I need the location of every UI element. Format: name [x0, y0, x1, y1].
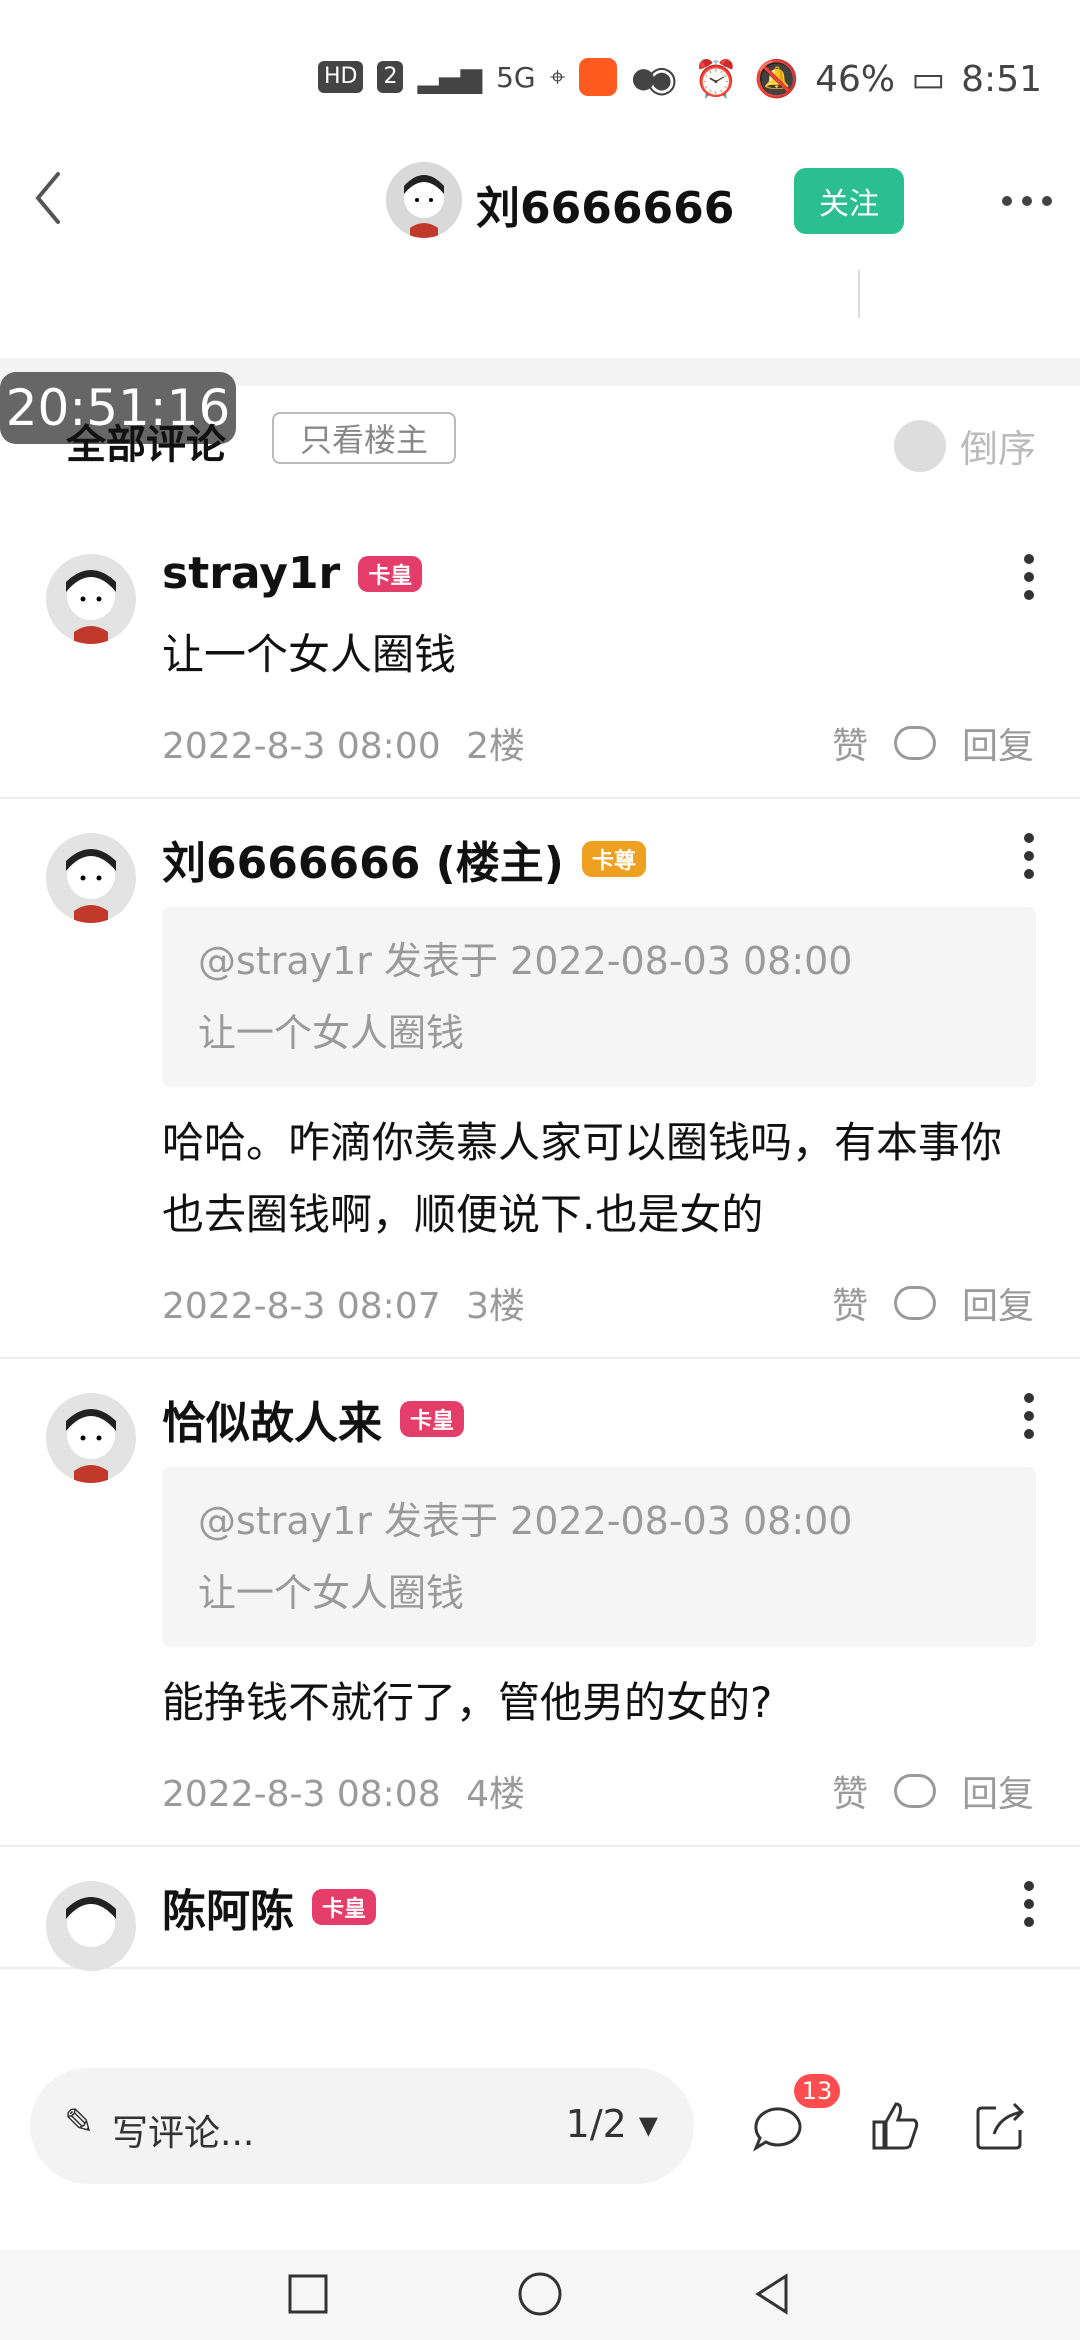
- quoted-comment[interactable]: @stray1r 发表于 2022-08-03 08:00 让一个女人圈钱: [162, 907, 1036, 1087]
- comment-body: 哈哈。咋滴你羡慕人家可以圈钱吗，有本事你也去圈钱啊，顺便说下.也是女的: [162, 1118, 1003, 1239]
- sort-icon: [893, 419, 946, 472]
- alarm-icon: ⏰: [693, 59, 739, 100]
- chevron-down-icon: ▾: [638, 2102, 658, 2146]
- sort-order-label: 倒序: [959, 427, 1036, 471]
- recents-icon[interactable]: [284, 2270, 332, 2318]
- comment-body: 能挣钱不就行了，管他男的女的?: [162, 1678, 773, 1727]
- comment-body: 让一个女人圈钱: [162, 630, 457, 679]
- level-badge: 卡皇: [358, 555, 423, 592]
- quote-header: @stray1r 发表于 2022-08-03 08:00: [198, 1499, 853, 1543]
- status-right: ◉ ⏰ 🔕 46% ▭ 8:51: [646, 58, 1042, 101]
- comment-floor: 3楼: [466, 1286, 525, 1327]
- avatar[interactable]: [46, 554, 136, 644]
- page-indicator: 1/2: [565, 2102, 627, 2146]
- comment-date: 2022-8-3 08:08: [162, 1774, 441, 1815]
- comment-more-icon[interactable]: [1024, 1393, 1034, 1439]
- comment-meta: 2022-8-3 08:00 2楼 赞 回复: [162, 717, 1034, 769]
- comment-input-placeholder: 写评论...: [112, 2113, 255, 2154]
- reply-icon[interactable]: [893, 726, 936, 760]
- level-badge: 卡皇: [400, 1401, 465, 1437]
- signal-icon: ▂▄▆: [417, 60, 483, 94]
- comment-filter-bar: 全部评论 只看楼主 倒序: [0, 412, 1080, 492]
- all-comments-label: 全部评论: [66, 422, 226, 468]
- comment-item: stray1r 卡皇 让一个女人圈钱 2022-8-3 08:00 2楼 赞 回…: [0, 520, 1080, 799]
- bottom-action-bar: ✎ 写评论... 1/2 ▾ 13: [0, 2040, 1080, 2250]
- username[interactable]: stray1r: [162, 548, 340, 599]
- page-selector[interactable]: 1/2 ▾: [566, 2102, 658, 2146]
- system-nav-bar: [0, 2250, 1080, 2340]
- top-nav: 刘6666666 关注: [0, 150, 1080, 280]
- like-thumb-icon[interactable]: [864, 2096, 924, 2156]
- reply-button[interactable]: 回复: [962, 1765, 1034, 1817]
- sort-order-button[interactable]: 倒序: [893, 418, 1036, 473]
- quote-body: 让一个女人圈钱: [198, 1011, 465, 1055]
- location-icon: ⌖: [549, 60, 566, 93]
- comments-icon[interactable]: [748, 2096, 808, 2156]
- poster-name[interactable]: 刘6666666: [476, 172, 734, 236]
- quoted-comment[interactable]: @stray1r 发表于 2022-08-03 08:00 让一个女人圈钱: [162, 1467, 1036, 1647]
- comment-date: 2022-8-3 08:07: [162, 1286, 441, 1327]
- comment-meta: 2022-8-3 08:08 4楼 赞 回复: [162, 1765, 1034, 1817]
- avatar[interactable]: [46, 833, 136, 923]
- eye-icon: ◉: [646, 58, 678, 100]
- back-nav-icon[interactable]: [748, 2270, 796, 2318]
- pen-icon: ✎: [64, 2102, 95, 2143]
- follow-button[interactable]: 关注: [794, 168, 904, 234]
- username[interactable]: 恰似故人来: [162, 1387, 382, 1451]
- comment-date: 2022-8-3 08:00: [162, 726, 441, 767]
- status-bar: HD 2 ▂▄▆ 5G ⌖ ● ◉ ⏰ 🔕 46% ▭ 8:51: [0, 0, 1080, 150]
- comment-meta: 2022-8-3 08:07 3楼 赞 回复: [162, 1277, 1034, 1329]
- like-button[interactable]: 赞: [832, 1765, 868, 1817]
- network-label: 5G: [496, 60, 536, 94]
- more-menu-icon[interactable]: [1002, 196, 1052, 206]
- username[interactable]: 陈阿陈: [162, 1875, 294, 1939]
- app-notification-icon: [579, 58, 618, 96]
- like-button[interactable]: 赞: [832, 717, 868, 769]
- level-badge: 卡尊: [581, 841, 646, 877]
- comment-floor: 2楼: [466, 726, 525, 767]
- share-icon[interactable]: [970, 2096, 1030, 2156]
- status-left: HD 2 ▂▄▆ 5G ⌖ ●: [318, 58, 656, 96]
- comment-username: 陈阿陈 卡皇: [162, 1875, 1080, 1939]
- reply-button[interactable]: 回复: [962, 1277, 1034, 1329]
- reply-icon[interactable]: [893, 1286, 936, 1320]
- username[interactable]: 刘6666666 (楼主): [162, 827, 564, 891]
- avatar[interactable]: [46, 1881, 136, 1971]
- comment-more-icon[interactable]: [1024, 1881, 1034, 1927]
- mute-icon: 🔕: [754, 59, 800, 100]
- comment-count-badge: 13: [794, 2074, 840, 2108]
- clock: 8:51: [961, 58, 1042, 100]
- comment-username: 恰似故人来 卡皇: [162, 1387, 1080, 1451]
- hd-pill: HD: [318, 61, 364, 93]
- comment-item: 恰似故人来 卡皇 @stray1r 发表于 2022-08-03 08:00 让…: [0, 1359, 1080, 1847]
- back-icon[interactable]: [28, 168, 68, 228]
- comment-item: 陈阿陈 卡皇: [0, 1847, 1080, 1971]
- home-icon[interactable]: [516, 2270, 564, 2318]
- divider: [858, 270, 860, 318]
- level-badge: 卡皇: [312, 1889, 377, 1925]
- comment-date-floor: 2022-8-3 08:00 2楼: [162, 717, 525, 769]
- comment-username: stray1r 卡皇: [162, 548, 1080, 599]
- comment-more-icon[interactable]: [1024, 833, 1034, 879]
- comment-list: stray1r 卡皇 让一个女人圈钱 2022-8-3 08:00 2楼 赞 回…: [0, 520, 1080, 2030]
- like-button[interactable]: 赞: [832, 1277, 868, 1329]
- sim-pill: 2: [377, 61, 404, 93]
- avatar[interactable]: [46, 1393, 136, 1483]
- comment-more-icon[interactable]: [1024, 554, 1034, 600]
- comment-username: 刘6666666 (楼主) 卡尊: [162, 827, 1080, 891]
- quote-body: 让一个女人圈钱: [198, 1571, 465, 1615]
- battery-percent: 46%: [815, 58, 896, 100]
- reply-icon[interactable]: [893, 1774, 936, 1808]
- reply-button[interactable]: 回复: [962, 717, 1034, 769]
- comment-input[interactable]: ✎ 写评论... 1/2 ▾: [30, 2068, 694, 2184]
- quote-header: @stray1r 发表于 2022-08-03 08:00: [198, 939, 853, 983]
- comment-floor: 4楼: [466, 1774, 525, 1815]
- poster-avatar[interactable]: [386, 162, 462, 238]
- comment-item: 刘6666666 (楼主) 卡尊 @stray1r 发表于 2022-08-03…: [0, 799, 1080, 1359]
- only-op-button[interactable]: 只看楼主: [272, 412, 456, 464]
- battery-icon: ▭: [911, 58, 946, 100]
